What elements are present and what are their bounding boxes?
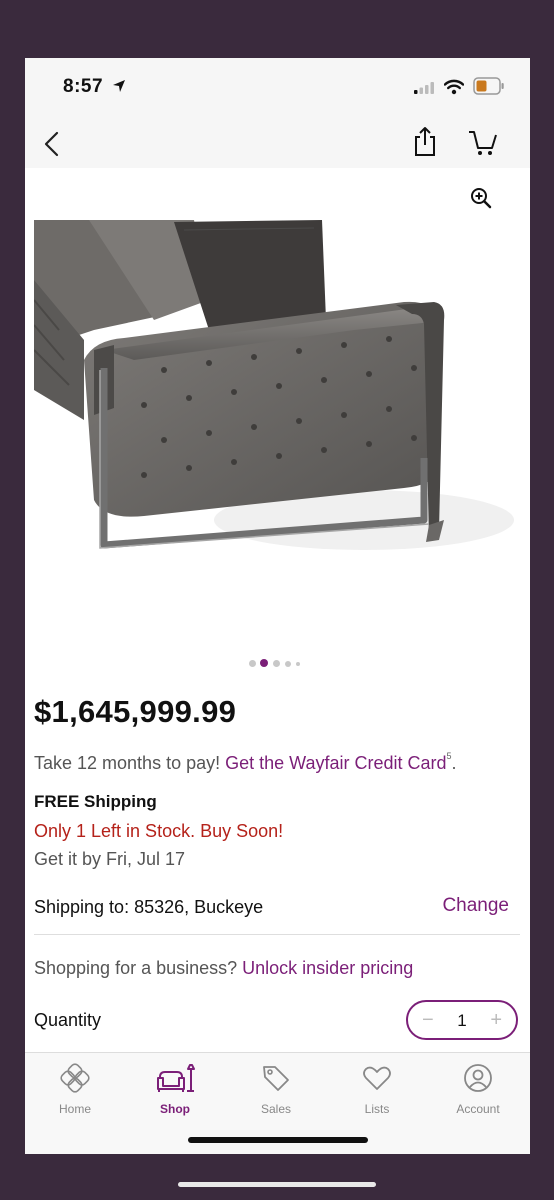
- zoom-in-icon[interactable]: [469, 186, 493, 210]
- cart-icon[interactable]: [465, 124, 501, 160]
- financing-text: Take 12 months to pay!: [34, 753, 226, 773]
- tab-label: Account: [456, 1102, 500, 1116]
- phone-screen: 8:57 $1,645,999.99 Take 12 months to pay…: [25, 58, 530, 1154]
- tab-account[interactable]: Account: [443, 1063, 513, 1116]
- heart-icon: [363, 1066, 391, 1090]
- change-zip-button[interactable]: Change: [442, 895, 509, 917]
- tab-label: Home: [58, 1102, 91, 1116]
- delivery-estimate: Get it by Fri, Jul 17: [34, 849, 186, 869]
- divider: [34, 934, 520, 935]
- footnote-marker: 5: [446, 751, 452, 761]
- back-chevron-icon[interactable]: [35, 126, 71, 162]
- carousel-dot-active[interactable]: [260, 659, 268, 667]
- insider-pricing-link[interactable]: Unlock insider pricing: [242, 958, 413, 978]
- quantity-increment-button[interactable]: +: [490, 1009, 502, 1032]
- stock-warning: Only 1 Left in Stock. Buy Soon!: [34, 821, 284, 841]
- business-pricing: Shopping for a business? Unlock insider …: [34, 958, 413, 979]
- status-time: 8:57: [63, 76, 104, 97]
- credit-card-link[interactable]: Get the Wayfair Credit Card: [225, 753, 446, 773]
- top-nav-bar: [25, 116, 530, 168]
- carousel-dot[interactable]: [273, 660, 280, 667]
- tab-lists[interactable]: Lists: [342, 1063, 412, 1116]
- tab-label: Lists: [364, 1102, 390, 1116]
- location-arrow-icon: [113, 80, 125, 92]
- free-shipping-label: FREE Shipping: [34, 792, 157, 811]
- business-prompt: Shopping for a business?: [34, 958, 243, 978]
- product-price: $1,645,999.99: [34, 694, 237, 729]
- shipping-destination: Shipping to: 85326, Buckeye: [34, 897, 264, 917]
- tab-sales[interactable]: Sales: [241, 1063, 311, 1116]
- financing-offer: Take 12 months to pay! Get the Wayfair C…: [34, 751, 457, 774]
- carousel-dot[interactable]: [296, 662, 300, 666]
- home-indicator[interactable]: [188, 1137, 368, 1143]
- share-icon[interactable]: [411, 124, 439, 160]
- quantity-stepper[interactable]: − 1 +: [406, 1000, 518, 1040]
- tab-home[interactable]: Home: [40, 1063, 110, 1116]
- carousel-dot[interactable]: [249, 660, 256, 667]
- signal-icon: [414, 82, 434, 94]
- product-image-sofa[interactable]: [34, 220, 520, 588]
- carousel-dot[interactable]: [285, 661, 291, 667]
- image-carousel-dots[interactable]: [249, 659, 309, 669]
- tab-shop[interactable]: Shop: [140, 1063, 210, 1116]
- tab-label: Shop: [160, 1102, 190, 1116]
- tag-icon: [263, 1066, 289, 1091]
- quantity-label: Quantity: [34, 1010, 102, 1030]
- financing-period: .: [451, 753, 457, 773]
- battery-icon: [473, 77, 504, 95]
- wifi-icon: [444, 79, 464, 95]
- home-icon: [60, 1063, 90, 1093]
- account-icon: [464, 1064, 492, 1092]
- tab-label: Sales: [260, 1102, 292, 1116]
- shop-icon: [157, 1064, 195, 1092]
- outer-home-indicator: [178, 1182, 376, 1187]
- status-bar: 8:57: [25, 58, 530, 116]
